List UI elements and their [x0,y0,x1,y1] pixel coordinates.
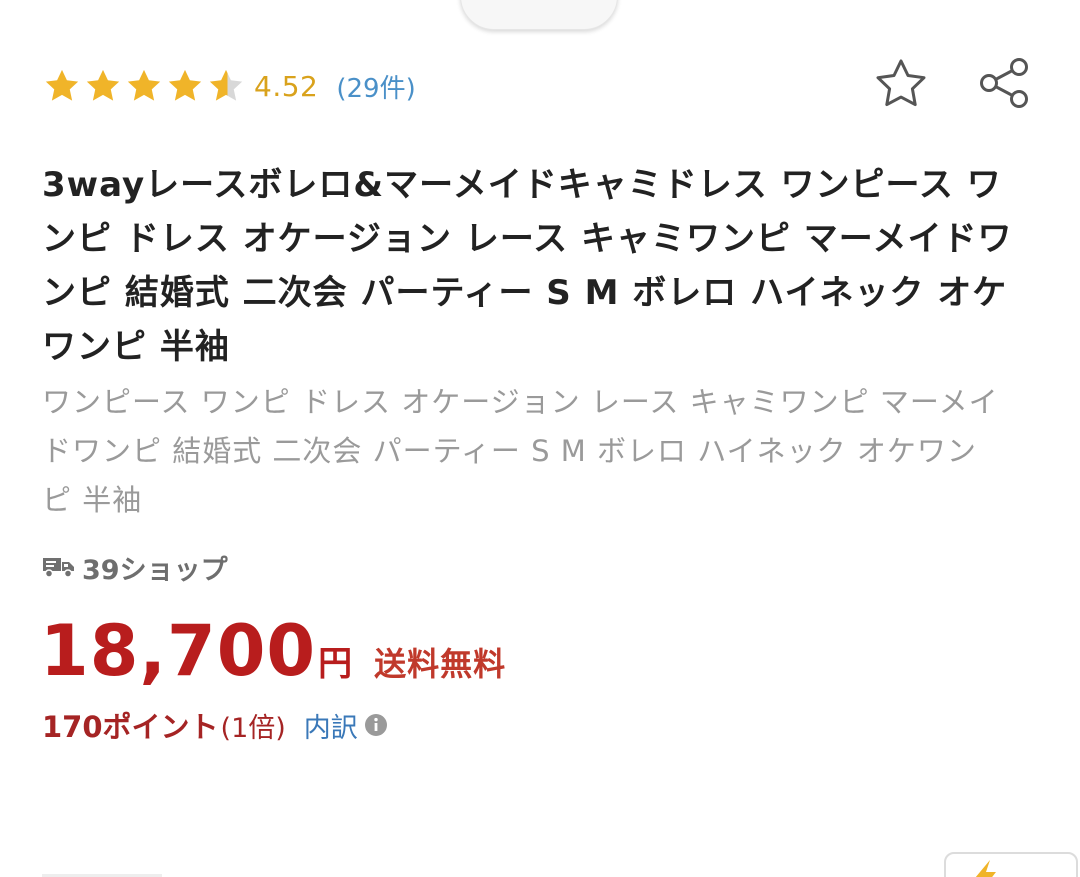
product-page: 4.52 (29件) 3wayレースボレロ&マーメイドキャミドレス ワンピース … [0,0,1080,877]
points-row: 170ポイント (1倍) 内訳 [42,702,388,748]
star-filled-icon [168,69,202,101]
lightning-icon [975,860,996,877]
rating-value: 4.52 [254,69,319,103]
product-description: ワンピース ワンピ ドレス オケージョン レース キャミワンピ マーメイドワンピ… [42,385,999,517]
star-filled-icon [45,69,79,101]
bottom-action-button[interactable] [944,852,1078,877]
star-filled-icon [86,69,120,101]
star-half-icon [209,69,243,101]
points-breakdown-link[interactable]: 内訳 [304,706,358,745]
delivery-truck-icon [43,558,74,578]
top-handle-button[interactable] [460,0,618,30]
shop-row: 39ショップ [42,546,228,588]
points-multiplier: (1倍) [220,712,286,744]
price-row: 18,700 円 送料無料 [40,606,506,696]
price-unit: 円 [318,644,353,684]
info-icon[interactable] [364,713,388,737]
star-outline-icon[interactable] [871,55,931,111]
rating-row: 4.52 (29件) [42,62,416,110]
review-count-link[interactable]: (29件) [336,68,415,105]
product-title: 3wayレースボレロ&マーメイドキャミドレス ワンピース ワンピ ドレス オケー… [42,165,1013,367]
share-icon[interactable] [975,55,1033,111]
shop-name: 39ショップ [82,554,228,586]
rating-stars [42,67,246,105]
star-filled-icon [127,69,161,101]
points-label: 170ポイント [42,710,219,744]
price-value: 18,700 [40,610,317,692]
shipping-label: 送料無料 [374,645,507,683]
